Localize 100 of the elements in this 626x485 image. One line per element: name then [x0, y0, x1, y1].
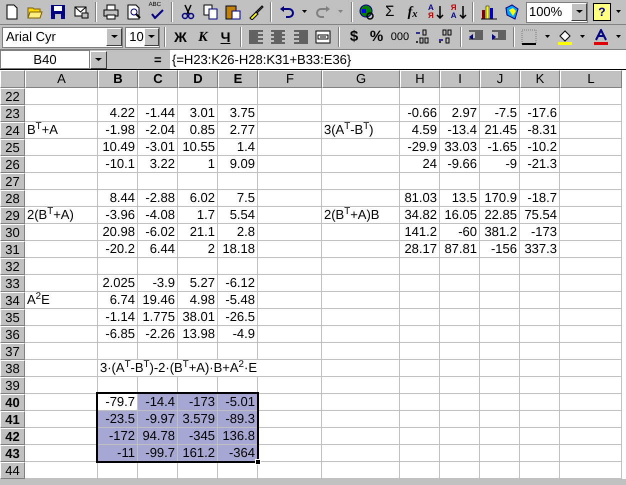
row-header[interactable]: 24 — [0, 122, 25, 139]
row-header[interactable]: 30 — [0, 224, 25, 241]
printer-icon[interactable] — [103, 4, 120, 20]
column-header[interactable]: A — [25, 70, 98, 88]
row-header[interactable]: 40 — [0, 394, 25, 411]
bold-button[interactable]: Ж — [170, 26, 191, 48]
row-header[interactable]: 44 — [0, 462, 25, 479]
table-cell — [560, 394, 622, 411]
map-icon[interactable] — [504, 4, 520, 20]
font-size-dropdown[interactable]: 10 — [125, 26, 160, 48]
row-header[interactable]: 41 — [0, 411, 25, 428]
table-cell — [218, 462, 258, 479]
column-header[interactable]: L — [560, 70, 622, 88]
borders-icon[interactable] — [521, 29, 538, 45]
table-cell — [400, 411, 440, 428]
globe-icon[interactable] — [358, 4, 375, 20]
align-center-icon[interactable] — [270, 29, 286, 45]
font-dropdown[interactable]: Arial Cyr — [2, 26, 124, 48]
column-header[interactable]: E — [218, 70, 258, 88]
table-cell: 28.17 — [400, 241, 440, 258]
table-cell — [520, 377, 560, 394]
row-header[interactable]: 39 — [0, 377, 25, 394]
align-right-icon[interactable] — [292, 29, 309, 45]
row-header[interactable]: 33 — [0, 275, 25, 292]
table-cell: 6.02 — [178, 190, 218, 207]
row-header[interactable]: 23 — [0, 105, 25, 122]
row-header[interactable]: 42 — [0, 428, 25, 445]
row-header[interactable]: 31 — [0, 241, 25, 258]
row-header[interactable]: 32 — [0, 258, 25, 275]
sort-ascending-button[interactable]: A Я — [424, 1, 446, 23]
equals-sign: = — [154, 50, 163, 69]
formula-field[interactable]: {=H23:K26-H28:K31+B33:E36} — [170, 50, 626, 69]
underline-button[interactable]: Ч — [215, 26, 236, 48]
row-header[interactable]: 25 — [0, 139, 25, 156]
currency-button[interactable]: $ — [344, 26, 364, 48]
paintbrush-icon[interactable] — [248, 4, 264, 20]
help-button[interactable]: ? — [593, 3, 611, 21]
row-header[interactable]: 27 — [0, 173, 25, 190]
column-header[interactable]: F — [258, 70, 322, 88]
row-header[interactable]: 26 — [0, 156, 25, 173]
function-button[interactable]: f$_{x}$ — [402, 1, 423, 23]
row-header[interactable]: 35 — [0, 309, 25, 326]
column-header[interactable]: G — [322, 70, 400, 88]
row-header[interactable]: 29 — [0, 207, 25, 224]
row-header[interactable]: 34 — [0, 292, 25, 309]
scissors-icon[interactable] — [180, 4, 196, 20]
percent-button[interactable]: % — [366, 26, 387, 48]
row-header[interactable]: 36 — [0, 326, 25, 343]
row-header[interactable]: 22 — [0, 88, 25, 105]
select-all-corner[interactable] — [0, 70, 25, 88]
print-preview-icon[interactable] — [126, 4, 142, 20]
row-header[interactable]: 38 — [0, 360, 25, 377]
fill-color-icon[interactable] — [557, 29, 574, 45]
sort-descending-button[interactable]: Я A — [448, 1, 468, 23]
column-header[interactable]: H — [400, 70, 440, 88]
italic-button[interactable]: К — [192, 26, 214, 48]
save-icon[interactable] — [50, 4, 66, 20]
font-color-icon[interactable] — [592, 29, 609, 45]
table-cell — [520, 309, 560, 326]
undo-icon[interactable] — [278, 4, 295, 20]
new-document-icon[interactable] — [4, 4, 20, 20]
column-header[interactable]: I — [440, 70, 480, 88]
row-header[interactable]: 28 — [0, 190, 25, 207]
zoom-dropdown[interactable]: 100% — [526, 2, 588, 22]
align-left-icon[interactable] — [248, 29, 264, 45]
table-cell: -4.08 — [138, 207, 178, 224]
table-cell — [440, 275, 480, 292]
row-header[interactable]: 43 — [0, 445, 25, 462]
table-cell: 2.97 — [440, 105, 480, 122]
column-header[interactable]: D — [178, 70, 218, 88]
table-cell — [480, 326, 520, 343]
table-cell — [400, 428, 440, 445]
table-cell — [520, 88, 560, 105]
copy-icon[interactable] — [202, 4, 218, 20]
merge-center-icon[interactable] — [315, 29, 332, 45]
column-header[interactable]: B — [98, 70, 138, 88]
table-cell — [138, 88, 178, 105]
table-cell: 6.44 — [138, 241, 178, 258]
table-cell — [218, 88, 258, 105]
mail-icon[interactable] — [72, 4, 89, 20]
column-header[interactable]: C — [138, 70, 178, 88]
table-cell — [560, 88, 622, 105]
column-header[interactable]: J — [480, 70, 520, 88]
increase-decimal-icon[interactable] — [415, 29, 432, 45]
caret-icon[interactable] — [95, 58, 102, 62]
table-cell — [520, 292, 560, 309]
table-cell — [400, 173, 440, 190]
bar-chart-icon[interactable] — [480, 4, 497, 20]
table-cell: 8.44 — [98, 190, 138, 207]
clipboard-icon[interactable] — [225, 4, 242, 20]
table-cell — [560, 156, 622, 173]
autosum-button[interactable]: Σ — [379, 1, 400, 23]
table-cell — [400, 445, 440, 462]
name-box[interactable]: B40 — [0, 50, 90, 69]
decrease-decimal-icon[interactable] — [438, 29, 454, 45]
table-cell — [560, 258, 622, 275]
column-header[interactable]: K — [520, 70, 560, 88]
fill-handle[interactable] — [255, 459, 261, 465]
row-header[interactable]: 37 — [0, 343, 25, 360]
thousands-button[interactable]: 000 — [388, 26, 412, 48]
